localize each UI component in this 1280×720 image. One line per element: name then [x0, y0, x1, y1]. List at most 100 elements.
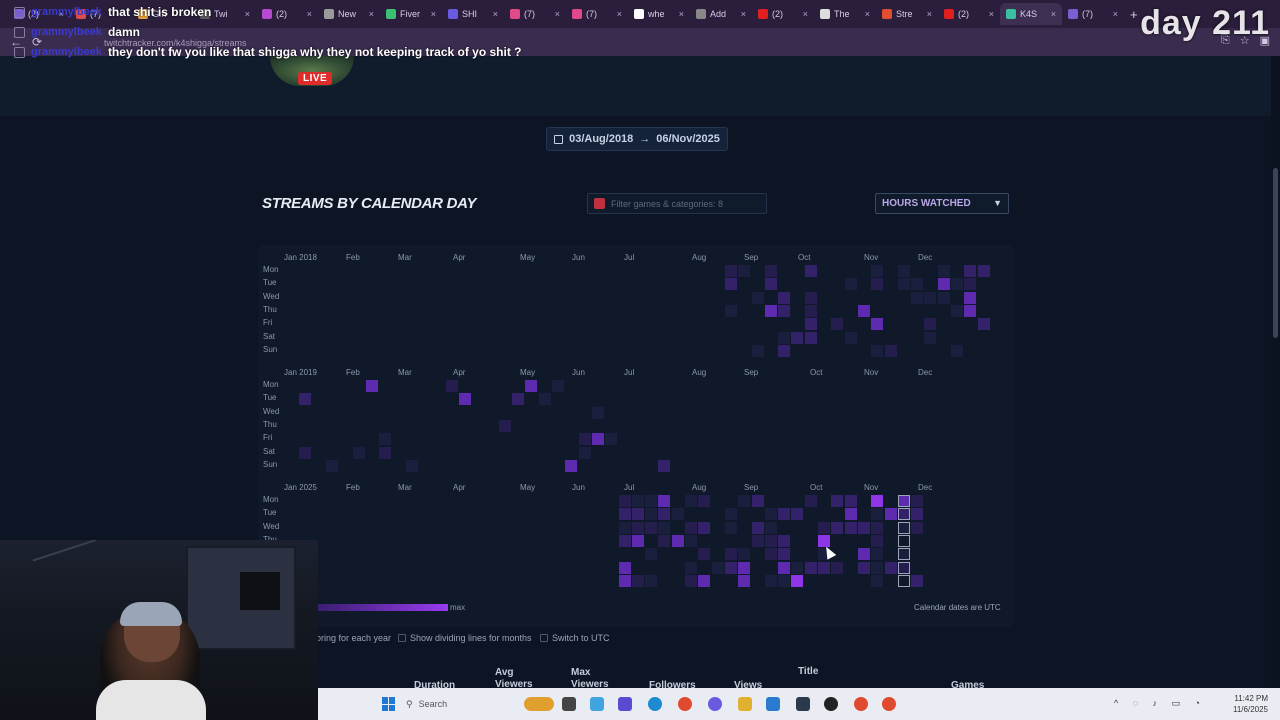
metric-select[interactable]: HOURS WATCHED ▼: [875, 193, 1009, 214]
heatmap-day-cell[interactable]: [631, 495, 644, 507]
option-utc[interactable]: Switch to UTC: [540, 633, 610, 643]
heatmap-day-cell[interactable]: [445, 380, 458, 392]
heatmap-day-cell[interactable]: [871, 265, 884, 277]
heatmap-day-cell[interactable]: [645, 495, 658, 507]
heatmap-day-cell[interactable]: [764, 521, 777, 534]
heatmap-day-cell[interactable]: [804, 291, 817, 304]
heatmap-day-cell[interactable]: [844, 331, 857, 344]
browser-tab[interactable]: K4S ×: [1000, 3, 1062, 25]
heatmap-day-cell[interactable]: [645, 508, 658, 521]
heatmap-day-cell[interactable]: [871, 508, 884, 521]
heatmap-day-cell[interactable]: [791, 508, 804, 521]
heatmap-day-cell[interactable]: [871, 278, 884, 291]
heatmap-day-cell[interactable]: [857, 304, 870, 317]
heatmap-day-cell[interactable]: [884, 508, 897, 521]
option-month-lines[interactable]: Show dividing lines for months: [398, 633, 532, 643]
heatmap-day-cell[interactable]: [724, 265, 737, 277]
heatmap-current-week-cell[interactable]: [897, 548, 910, 561]
heatmap-day-cell[interactable]: [791, 331, 804, 344]
obs-icon[interactable]: [824, 697, 838, 711]
heatmap-day-cell[interactable]: [645, 548, 658, 561]
heatmap-day-cell[interactable]: [751, 495, 764, 507]
heatmap-day-cell[interactable]: [671, 534, 684, 547]
heatmap-day-cell[interactable]: [631, 521, 644, 534]
heatmap-day-cell[interactable]: [724, 561, 737, 574]
heatmap-day-cell[interactable]: [844, 278, 857, 291]
taskbar-search[interactable]: ⚲ Search: [406, 695, 526, 713]
heatmap-day-cell[interactable]: [764, 534, 777, 547]
heatmap-day-cell[interactable]: [578, 433, 591, 446]
heatmap-day-cell[interactable]: [658, 508, 671, 521]
heatmap-day-cell[interactable]: [738, 561, 751, 574]
heatmap-day-cell[interactable]: [924, 291, 937, 304]
chrome-profile2-icon[interactable]: [882, 697, 896, 711]
heatmap-day-cell[interactable]: [911, 574, 924, 587]
heatmap-day-cell[interactable]: [724, 548, 737, 561]
close-tab-icon[interactable]: ×: [555, 9, 560, 19]
heatmap-day-cell[interactable]: [911, 521, 924, 534]
browser-tab[interactable]: (7) ×: [566, 3, 628, 25]
heatmap-current-week-cell[interactable]: [897, 574, 910, 587]
heatmap-day-cell[interactable]: [844, 495, 857, 507]
heatmap-day-cell[interactable]: [871, 344, 884, 357]
chrome-icon[interactable]: [678, 697, 692, 711]
close-tab-icon[interactable]: ×: [927, 9, 932, 19]
heatmap-current-week-cell[interactable]: [897, 521, 910, 534]
heatmap-day-cell[interactable]: [538, 393, 551, 406]
heatmap-day-cell[interactable]: [804, 318, 817, 331]
heatmap-day-cell[interactable]: [685, 574, 697, 587]
close-tab-icon[interactable]: ×: [803, 9, 808, 19]
heatmap-day-cell[interactable]: [911, 495, 924, 507]
task-view-icon[interactable]: [562, 697, 576, 711]
browser-tab[interactable]: The ×: [814, 3, 876, 25]
heatmap-day-cell[interactable]: [724, 278, 737, 291]
heatmap-day-cell[interactable]: [618, 561, 631, 574]
heatmap-day-cell[interactable]: [951, 278, 963, 291]
heatmap-day-cell[interactable]: [751, 291, 764, 304]
heatmap-day-cell[interactable]: [818, 521, 830, 534]
heatmap-day-cell[interactable]: [804, 495, 817, 507]
heatmap-day-cell[interactable]: [698, 548, 711, 561]
heatmap-day-cell[interactable]: [751, 521, 764, 534]
heatmap-day-cell[interactable]: [871, 561, 884, 574]
heatmap-day-cell[interactable]: [844, 521, 857, 534]
heatmap-day-cell[interactable]: [857, 521, 870, 534]
browser-tab[interactable]: (2) ×: [938, 3, 1000, 25]
heatmap-day-cell[interactable]: [631, 534, 644, 547]
heatmap-current-week-cell[interactable]: [897, 495, 910, 507]
heatmap-day-cell[interactable]: [671, 508, 684, 521]
heatmap-day-cell[interactable]: [552, 380, 564, 392]
heatmap-day-cell[interactable]: [565, 459, 578, 472]
heatmap-day-cell[interactable]: [751, 344, 764, 357]
heatmap-day-cell[interactable]: [498, 419, 511, 432]
heatmap-day-cell[interactable]: [857, 561, 870, 574]
heatmap-day-cell[interactable]: [897, 278, 910, 291]
heatmap-day-cell[interactable]: [658, 495, 671, 507]
heatmap-day-cell[interactable]: [379, 433, 392, 446]
heatmap-day-cell[interactable]: [325, 459, 338, 472]
heatmap-day-cell[interactable]: [658, 459, 671, 472]
heatmap-day-cell[interactable]: [658, 534, 671, 547]
close-tab-icon[interactable]: ×: [617, 9, 622, 19]
edge-icon[interactable]: [648, 697, 662, 711]
heatmap-day-cell[interactable]: [365, 380, 378, 392]
close-tab-icon[interactable]: ×: [679, 9, 684, 19]
heatmap-day-cell[interactable]: [897, 265, 910, 277]
column-title[interactable]: Title: [798, 666, 818, 677]
system-tray[interactable]: ^ ◌ ♪ ▭ ◔: [1114, 698, 1206, 709]
heatmap-day-cell[interactable]: [778, 508, 791, 521]
heatmap-day-cell[interactable]: [977, 318, 990, 331]
heatmap-day-cell[interactable]: [645, 574, 658, 587]
file-explorer-icon[interactable]: [738, 697, 752, 711]
heatmap-day-cell[interactable]: [618, 521, 631, 534]
heatmap-day-cell[interactable]: [738, 495, 751, 507]
heatmap-day-cell[interactable]: [831, 318, 844, 331]
heatmap-day-cell[interactable]: [871, 495, 884, 507]
heatmap-day-cell[interactable]: [937, 265, 950, 277]
heatmap-day-cell[interactable]: [778, 548, 791, 561]
heatmap-day-cell[interactable]: [764, 548, 777, 561]
heatmap-day-cell[interactable]: [924, 318, 937, 331]
app-icon[interactable]: [796, 697, 810, 711]
heatmap-day-cell[interactable]: [804, 561, 817, 574]
heatmap-day-cell[interactable]: [791, 574, 804, 587]
